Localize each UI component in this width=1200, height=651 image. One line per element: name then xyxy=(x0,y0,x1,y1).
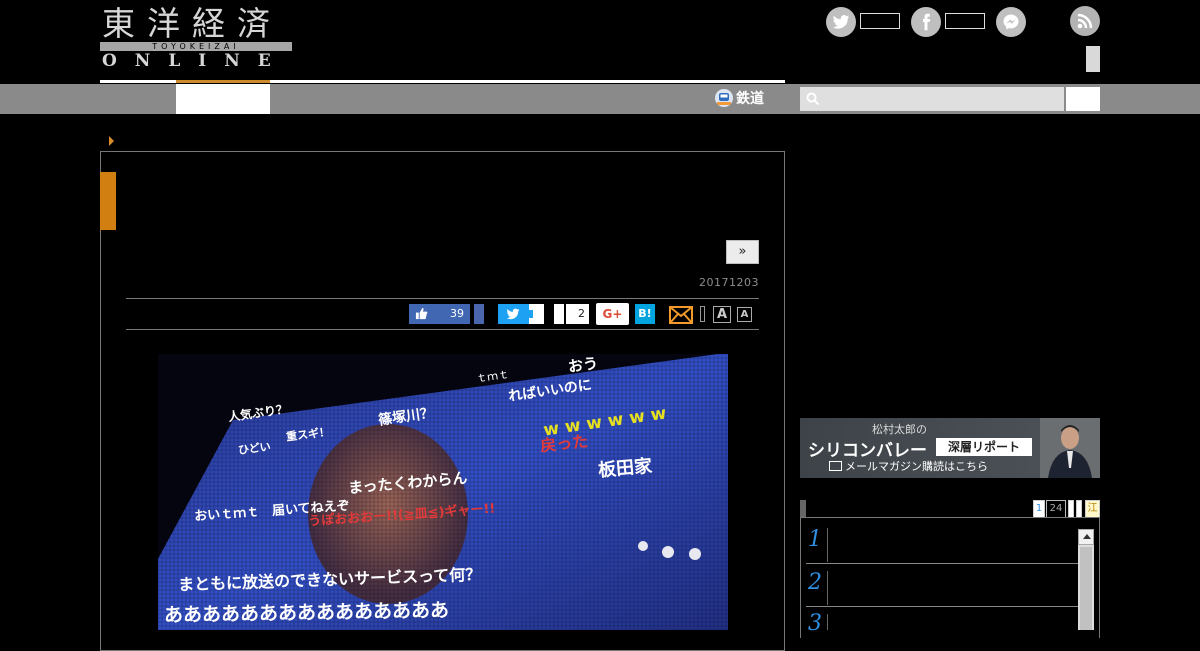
like-count: 39 xyxy=(450,307,464,320)
twitter-count-box xyxy=(860,13,900,29)
ranking-tab-5[interactable]: 江 xyxy=(1085,500,1100,518)
ranking-list xyxy=(800,518,1100,638)
facebook-share-button[interactable] xyxy=(474,304,484,324)
banner-photo xyxy=(1040,418,1100,478)
nav-item-rail[interactable]: 鉄道 xyxy=(715,87,764,111)
banner-subtitle: メールマガジン購読はこちら xyxy=(845,460,988,473)
banner-author: 松村太郎の xyxy=(872,423,927,436)
hatena-bookmark-button[interactable]: B! xyxy=(635,304,655,324)
tweet-button[interactable] xyxy=(498,304,529,324)
tweet-count xyxy=(529,304,544,324)
messenger-icon[interactable] xyxy=(996,7,1026,37)
rank-row-line xyxy=(806,606,1078,607)
comment-text: 板田家 xyxy=(597,455,653,482)
rank-separator xyxy=(827,571,828,605)
scrollbar-thumb[interactable] xyxy=(1080,547,1092,630)
twitter-icon[interactable] xyxy=(826,7,856,37)
rank-separator xyxy=(827,528,828,562)
search-button[interactable] xyxy=(1066,87,1100,111)
mail-icon xyxy=(829,461,842,471)
logo-subtitle: TOYOKEIZAI xyxy=(100,42,292,51)
thumbs-up-icon xyxy=(415,307,428,320)
divider-bottom xyxy=(126,329,759,330)
mail-icon[interactable] xyxy=(669,306,693,324)
train-icon xyxy=(715,89,733,107)
header-login-button[interactable] xyxy=(1086,46,1100,72)
font-size-small-button[interactable]: A xyxy=(737,307,752,322)
rank-number-1: 1 xyxy=(808,527,822,552)
comment-text: あああああああああああああああ xyxy=(163,599,450,627)
facebook-icon[interactable] xyxy=(911,7,941,37)
twitter-icon xyxy=(506,308,520,320)
divider-top xyxy=(126,298,759,299)
hatebu-left[interactable] xyxy=(554,304,564,324)
font-size-large-button[interactable]: A xyxy=(713,306,731,323)
rss-icon[interactable] xyxy=(1070,6,1100,36)
breadcrumb-arrow-icon xyxy=(109,136,114,146)
banner-tag: 深層リポート xyxy=(936,438,1032,456)
logo-kanji[interactable]: 東洋経済 xyxy=(102,4,282,44)
rank-number-2: 2 xyxy=(808,570,822,595)
scroll-up-arrow-icon[interactable] xyxy=(1078,529,1094,545)
article-date: 20171203 xyxy=(699,276,759,289)
article-photo: 人気ぶり？ ひどい 重スギ！ 篠塚川？ ｔｍｔ おう ればいいのに w w w … xyxy=(158,354,728,630)
search-icon xyxy=(806,92,820,106)
silicon-valley-banner[interactable]: 松村太郎の シリコンバレー 深層リポート メールマガジン購読はこちら xyxy=(800,418,1100,478)
article-category-tab xyxy=(100,172,116,230)
logo-online[interactable]: ONLINE xyxy=(102,51,294,71)
nav-tab-active[interactable] xyxy=(176,84,270,114)
print-button[interactable] xyxy=(700,306,705,322)
nav-active-indicator xyxy=(176,80,270,83)
next-page-button[interactable]: » xyxy=(726,240,759,264)
facebook-like-button[interactable]: 39 xyxy=(409,304,470,324)
facebook-count-box xyxy=(945,13,985,29)
ranking-tab-1[interactable]: 1 xyxy=(1033,500,1045,518)
rank-row-line xyxy=(806,563,1078,564)
comment-text: 戻った xyxy=(539,431,590,456)
google-plus-button[interactable]: G+ xyxy=(596,303,629,325)
hatebu-count[interactable]: 2 xyxy=(566,304,589,324)
ranking-tab-24[interactable]: 24 xyxy=(1046,500,1066,518)
ranking-tab-4[interactable] xyxy=(1076,500,1082,518)
ranking-tab-3[interactable] xyxy=(1068,500,1074,518)
rank-separator xyxy=(827,614,828,630)
search-input[interactable] xyxy=(800,87,1064,111)
rank-number-3: 3 xyxy=(808,611,822,636)
nav-rail-label: 鉄道 xyxy=(736,91,764,107)
ranking-heading-marker xyxy=(800,500,806,517)
